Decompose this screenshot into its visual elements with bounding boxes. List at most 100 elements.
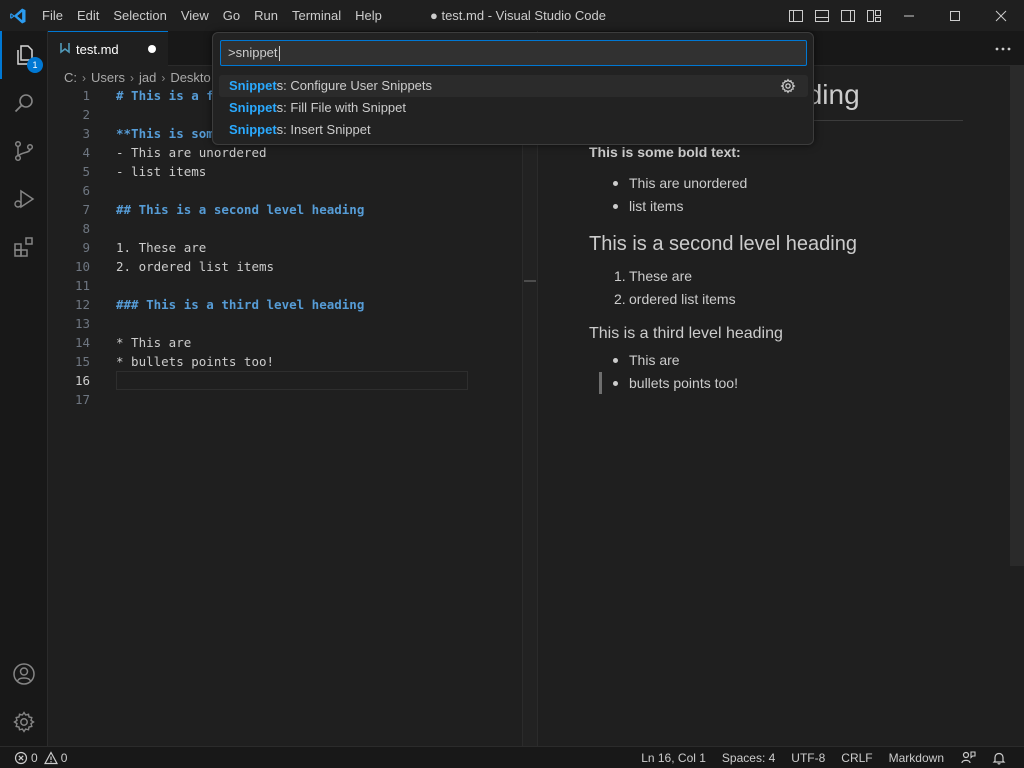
menu-help[interactable]: Help (348, 0, 389, 31)
vscode-logo-icon (0, 0, 35, 31)
maximize-icon[interactable] (932, 0, 978, 31)
toggle-primary-sidebar-icon[interactable] (783, 0, 809, 31)
command-palette-input[interactable]: >snippet (220, 40, 807, 66)
line-number: 9 (82, 240, 90, 255)
run-debug-icon[interactable] (0, 175, 48, 223)
code-line: 7 ## This is a second level heading (48, 200, 523, 219)
line-text: 1. These are (116, 240, 207, 255)
menu-edit[interactable]: Edit (70, 0, 106, 31)
line-number: 14 (74, 335, 90, 350)
match-highlight: Snippet (229, 78, 277, 93)
code-line: 14 * This are (48, 333, 523, 352)
line-number: 1 (82, 88, 90, 103)
close-icon[interactable] (978, 0, 1024, 31)
menu-go[interactable]: Go (216, 0, 247, 31)
explorer-icon[interactable]: 1 (0, 31, 48, 79)
preview-ordered-item: ordered list items (629, 291, 736, 307)
menu-view[interactable]: View (174, 0, 216, 31)
scrollbar-cursor-marker (524, 280, 536, 282)
error-icon (14, 747, 28, 768)
item-label: s: Fill File with Snippet (276, 100, 406, 115)
preview-list-item: bullets points too! (629, 375, 738, 391)
item-label: s: Insert Snippet (276, 122, 371, 137)
end-of-line[interactable]: CRLF (833, 747, 880, 768)
accounts-icon[interactable] (0, 650, 48, 698)
line-number: 17 (74, 392, 90, 407)
command-query: >snippet (228, 45, 278, 60)
code-line-current: 16 (48, 371, 523, 390)
extensions-icon[interactable] (0, 223, 48, 271)
bullet-icon (613, 358, 618, 363)
line-text: 2. ordered list items (116, 259, 275, 274)
tab-test-md[interactable]: test.md (48, 31, 168, 66)
notifications-bell-icon[interactable] (984, 747, 1014, 768)
feedback-icon[interactable] (952, 747, 984, 768)
palette-item-insert-snippet[interactable]: Snippets: Insert Snippet (219, 119, 808, 141)
line-number: 4 (82, 145, 90, 160)
problems-indicator[interactable]: 0 0 (14, 747, 67, 768)
code-line: 8 (48, 219, 523, 238)
manage-gear-icon[interactable] (0, 698, 48, 746)
more-actions-icon[interactable] (993, 39, 1013, 59)
code-line: 13 (48, 314, 523, 333)
preview-bold-text: This is some bold text: (589, 144, 741, 160)
language-mode[interactable]: Markdown (881, 747, 952, 768)
preview-h3: This is a third level heading (589, 325, 783, 342)
preview-line-marker (599, 372, 602, 394)
line-number: 6 (82, 183, 90, 198)
code-line: 15 * bullets points too! (48, 352, 523, 371)
line-text: **This is som (116, 126, 214, 141)
source-control-icon[interactable] (0, 127, 48, 175)
ordered-marker: 2. (614, 291, 626, 307)
match-highlight: Snippet (229, 122, 277, 137)
match-highlight: Snippet (229, 100, 277, 115)
unsaved-dot-icon[interactable] (148, 45, 156, 53)
menu-terminal[interactable]: Terminal (285, 0, 348, 31)
activity-bar: 1 (0, 31, 48, 746)
window-controls (886, 0, 1024, 31)
ordered-marker: 1. (614, 268, 626, 284)
preview-scrollbar[interactable] (1010, 66, 1024, 566)
line-text: - list items (116, 164, 207, 179)
line-text: * This are (116, 335, 192, 350)
line-text: ## This is a second level heading (116, 202, 365, 217)
current-line-highlight (116, 371, 468, 390)
code-line: 6 (48, 181, 523, 200)
error-count: 0 (31, 751, 38, 765)
line-number: 3 (82, 126, 90, 141)
item-label: s: Configure User Snippets (276, 78, 433, 93)
line-text: - This are unordered (116, 145, 267, 160)
menu-run[interactable]: Run (247, 0, 285, 31)
title-bar: File Edit Selection View Go Run Terminal… (0, 0, 1024, 31)
bullet-icon (613, 204, 618, 209)
line-number: 2 (82, 107, 90, 122)
preview-list-item: This are (629, 352, 680, 368)
line-number: 15 (74, 354, 90, 369)
code-line: 9 1. These are (48, 238, 523, 257)
menu-selection[interactable]: Selection (106, 0, 173, 31)
minimize-icon[interactable] (886, 0, 932, 31)
palette-item-configure-snippets[interactable]: Snippets: Configure User Snippets (219, 75, 808, 97)
warning-count: 0 (60, 751, 68, 765)
editor-scrollbar[interactable] (522, 66, 537, 746)
menu-file[interactable]: File (35, 0, 70, 31)
search-icon[interactable] (0, 79, 48, 127)
line-number: 8 (82, 221, 90, 236)
line-text: # This is a f (116, 88, 214, 103)
configure-gear-icon[interactable] (780, 78, 796, 94)
customize-layout-icon[interactable] (861, 0, 887, 31)
status-bar-right: Ln 16, Col 1 Spaces: 4 UTF-8 CRLF Markdo… (633, 747, 1014, 768)
toggle-panel-icon[interactable] (809, 0, 835, 31)
line-number: 16 (74, 373, 90, 388)
code-line: 11 (48, 276, 523, 295)
encoding[interactable]: UTF-8 (783, 747, 833, 768)
cursor-position[interactable]: Ln 16, Col 1 (633, 747, 714, 768)
palette-item-fill-file[interactable]: Snippets: Fill File with Snippet (219, 97, 808, 119)
indentation[interactable]: Spaces: 4 (714, 747, 783, 768)
toggle-secondary-sidebar-icon[interactable] (835, 0, 861, 31)
line-text: * bullets points too! (116, 354, 275, 369)
command-palette: >snippet Snippets: Configure User Snippe… (212, 32, 814, 145)
status-bar: 0 0 Ln 16, Col 1 Spaces: 4 UTF-8 CRLF Ma… (0, 746, 1024, 768)
line-text: ### This is a third level heading (116, 297, 365, 312)
code-line: 5 - list items (48, 162, 523, 181)
